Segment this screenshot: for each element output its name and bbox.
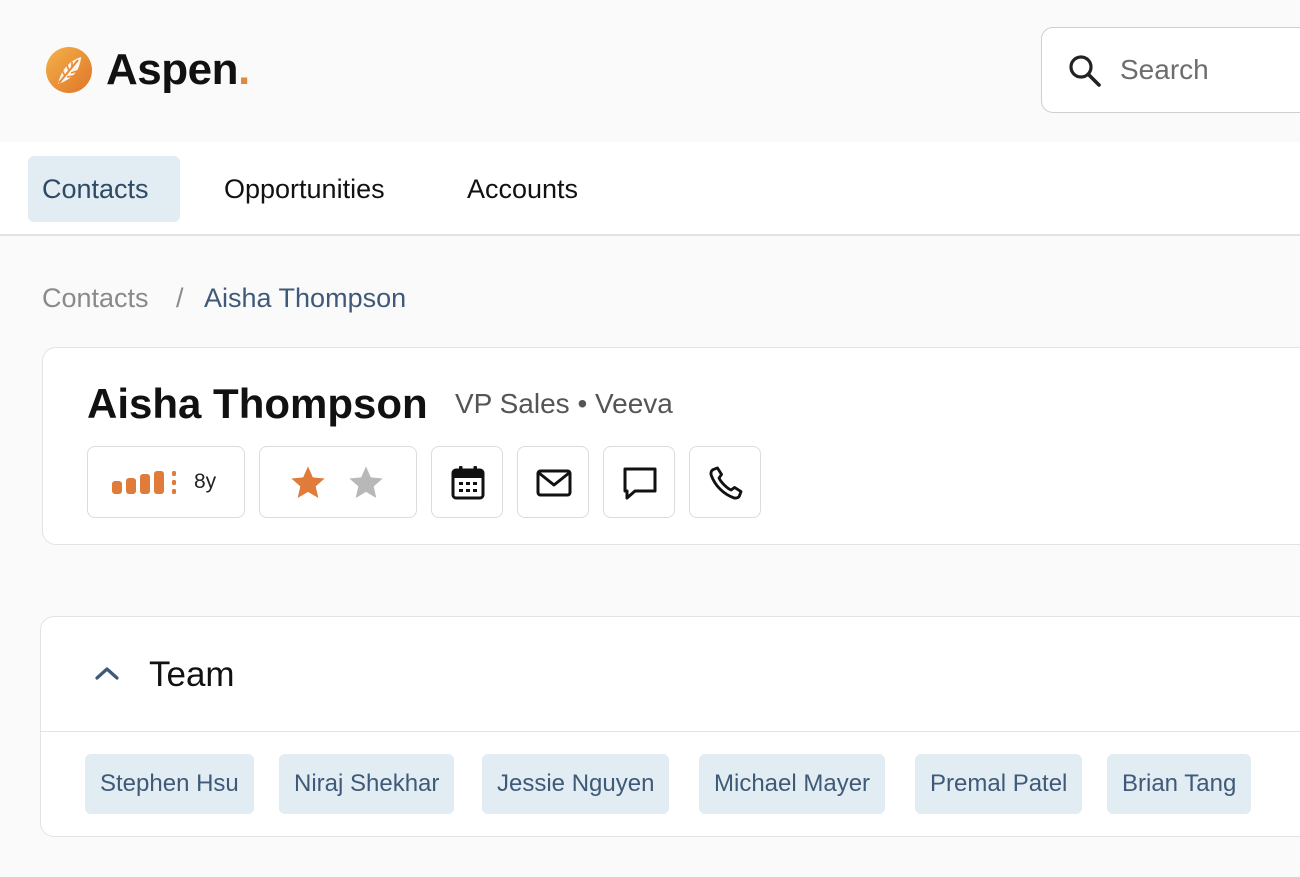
breadcrumb-separator: / xyxy=(176,283,184,313)
calendar-icon xyxy=(451,466,485,500)
team-section: Team Stephen Hsu Niraj Shekhar Jessie Ng… xyxy=(40,616,1300,837)
search-icon xyxy=(1069,55,1101,87)
team-member-chip[interactable]: Stephen Hsu xyxy=(85,754,254,814)
team-member-chip[interactable]: Brian Tang xyxy=(1107,754,1252,814)
relationship-tenure-chip[interactable]: 8y xyxy=(87,446,245,518)
contact-header-card: Aisha Thompson VP Sales • Veeva 8y xyxy=(42,347,1300,545)
phone-icon xyxy=(709,466,743,500)
team-member-chip[interactable]: Premal Patel xyxy=(915,754,1083,814)
call-button[interactable] xyxy=(689,446,761,518)
team-title: Team xyxy=(149,655,235,694)
schedule-meeting-button[interactable] xyxy=(431,446,503,518)
star-empty-icon[interactable] xyxy=(346,463,386,503)
main-nav: Contacts Opportunities Accounts xyxy=(0,142,1300,236)
send-email-button[interactable] xyxy=(517,446,589,518)
chevron-up-icon[interactable] xyxy=(91,661,123,685)
team-member-chip[interactable]: Michael Mayer xyxy=(699,754,886,814)
signal-strength-icon xyxy=(112,471,176,494)
team-section-header[interactable]: Team xyxy=(41,617,1300,732)
app-header: Aspen. xyxy=(0,0,1300,142)
star-filled-icon[interactable] xyxy=(288,463,328,503)
team-member-chip[interactable]: Niraj Shekhar xyxy=(279,754,455,814)
rating-chip[interactable] xyxy=(259,446,417,518)
contact-role-company: VP Sales • Veeva xyxy=(455,388,673,419)
mail-icon xyxy=(536,469,572,497)
breadcrumb-current: Aisha Thompson xyxy=(204,283,407,313)
brand-name[interactable]: Aspen. xyxy=(106,45,250,95)
search-input[interactable] xyxy=(1120,48,1300,92)
tab-contacts[interactable]: Contacts xyxy=(28,156,180,222)
team-member-chip[interactable]: Jessie Nguyen xyxy=(482,754,670,814)
contact-name: Aisha Thompson xyxy=(87,380,428,427)
tab-accounts[interactable]: Accounts xyxy=(453,156,592,222)
send-message-button[interactable] xyxy=(603,446,675,518)
breadcrumb-contacts-link[interactable]: Contacts xyxy=(42,283,149,314)
chat-icon xyxy=(623,467,657,500)
tab-opportunities[interactable]: Opportunities xyxy=(210,156,399,222)
search-box[interactable] xyxy=(1041,27,1300,113)
aspen-leaf-logo-icon[interactable] xyxy=(45,46,93,94)
tenure-value: 8y xyxy=(194,470,217,493)
